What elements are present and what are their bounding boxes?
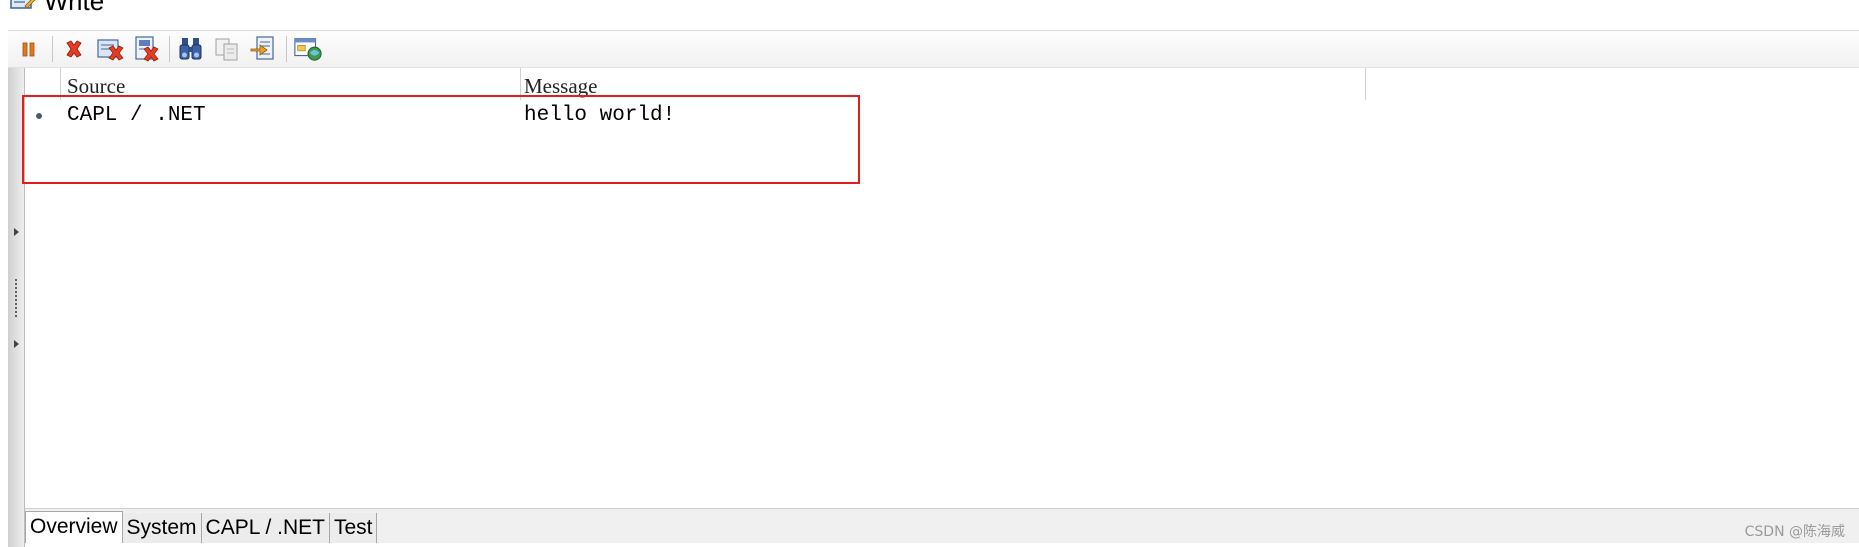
- export-icon[interactable]: [248, 34, 278, 64]
- tab-capl-net[interactable]: CAPL / .NET: [201, 513, 330, 543]
- splitter-handle[interactable]: [8, 68, 25, 547]
- expand-arrow-icon[interactable]: [14, 340, 19, 348]
- find-icon[interactable]: [176, 34, 206, 64]
- window-title-bar: Write: [10, 0, 104, 16]
- tab-system[interactable]: System: [122, 513, 202, 543]
- column-header-message[interactable]: Message: [524, 68, 597, 100]
- options-icon[interactable]: [293, 34, 323, 64]
- copy-icon[interactable]: [212, 34, 242, 64]
- cell-source: CAPL / .NET: [67, 104, 206, 127]
- write-window: Write Source Message CAPL / .NET hello w…: [0, 0, 1859, 547]
- row-indicator-icon: [36, 113, 42, 119]
- toolbar-separator: [169, 36, 170, 62]
- window-title: Write: [44, 0, 105, 16]
- watermark: CSDN @陈海威: [1744, 524, 1845, 540]
- toolbar: [8, 30, 1859, 68]
- column-divider[interactable]: [60, 68, 61, 100]
- toolbar-separator: [52, 36, 53, 62]
- grip-icon: [14, 278, 18, 318]
- write-window-icon: [10, 0, 36, 11]
- delete-page-icon[interactable]: [131, 34, 161, 64]
- tab-overview[interactable]: Overview: [25, 511, 123, 543]
- pause-icon[interactable]: [14, 34, 44, 64]
- column-divider[interactable]: [520, 68, 521, 100]
- cell-message: hello world!: [524, 104, 676, 127]
- tab-test[interactable]: Test: [329, 513, 378, 543]
- message-grid: Source Message CAPL / .NET hello world!: [25, 68, 1859, 508]
- tab-bar: Overview System CAPL / .NET Test: [25, 508, 1859, 543]
- expand-arrow-icon[interactable]: [14, 228, 19, 236]
- toolbar-separator: [286, 36, 287, 62]
- column-divider[interactable]: [1365, 68, 1366, 100]
- clear-all-icon[interactable]: [95, 34, 125, 64]
- table-row[interactable]: CAPL / .NET hello world!: [25, 101, 1859, 131]
- clear-icon[interactable]: [59, 34, 89, 64]
- column-header-source[interactable]: Source: [67, 68, 125, 100]
